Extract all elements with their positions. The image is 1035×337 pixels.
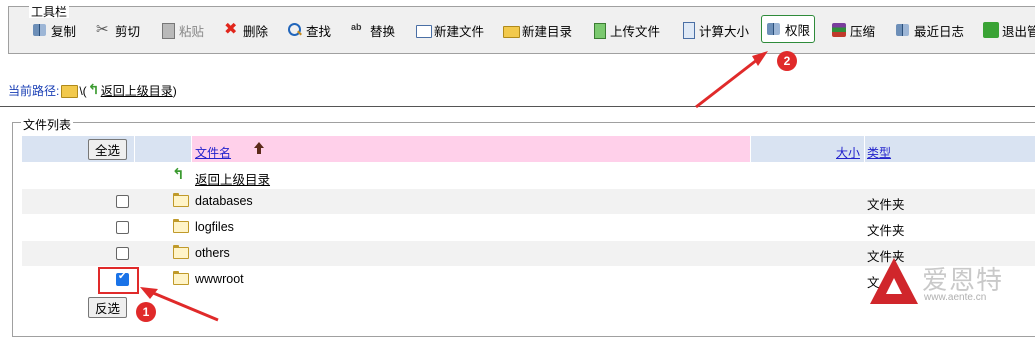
- arrow-line: [145, 288, 219, 322]
- step-badge: 2: [777, 51, 797, 71]
- step-badge: 1: [136, 302, 156, 322]
- arrow-line: [695, 54, 763, 109]
- watermark: 爱恩特 www.aente.cn: [860, 258, 1035, 328]
- watermark-url: www.aente.cn: [924, 292, 987, 303]
